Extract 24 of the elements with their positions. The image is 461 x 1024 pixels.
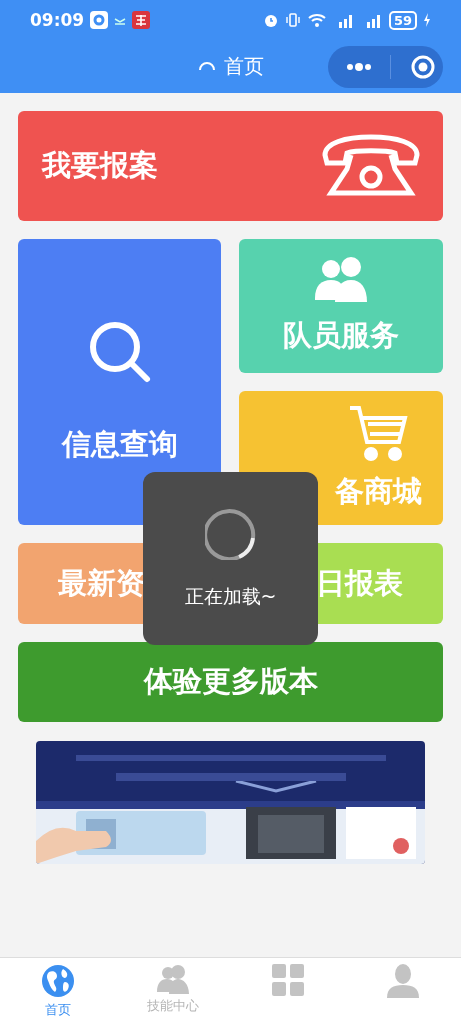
app-icon — [90, 11, 109, 29]
wifi-icon — [306, 12, 327, 28]
shopping-app-icon — [132, 11, 151, 29]
menu-tile[interactable]: 体验更多版本 — [18, 642, 443, 722]
tab[interactable]: 技能中心 — [115, 958, 231, 1024]
globe-icon — [40, 964, 75, 998]
charging-icon — [423, 13, 431, 27]
menu-tile[interactable]: 信息查询 — [18, 239, 221, 525]
more-icon[interactable] — [346, 63, 372, 71]
menu-tile[interactable]: 我要报案 — [18, 111, 443, 221]
people-icon — [156, 964, 189, 994]
vibrate-icon — [284, 12, 301, 28]
tab[interactable]: 首页 — [0, 958, 116, 1024]
close-icon[interactable] — [411, 55, 435, 79]
page-title: 首页 — [223, 53, 264, 80]
person-icon — [387, 964, 420, 998]
grid-icon — [272, 964, 305, 996]
alarm-icon — [262, 12, 279, 28]
battery-level: 59 — [388, 10, 417, 30]
cart-icon — [348, 404, 408, 462]
clock-time: 09:09 — [30, 10, 85, 30]
menu-tile[interactable]: 队员服务 — [239, 239, 443, 373]
telephone-icon — [321, 133, 421, 199]
loading-spinner-icon — [204, 507, 257, 560]
